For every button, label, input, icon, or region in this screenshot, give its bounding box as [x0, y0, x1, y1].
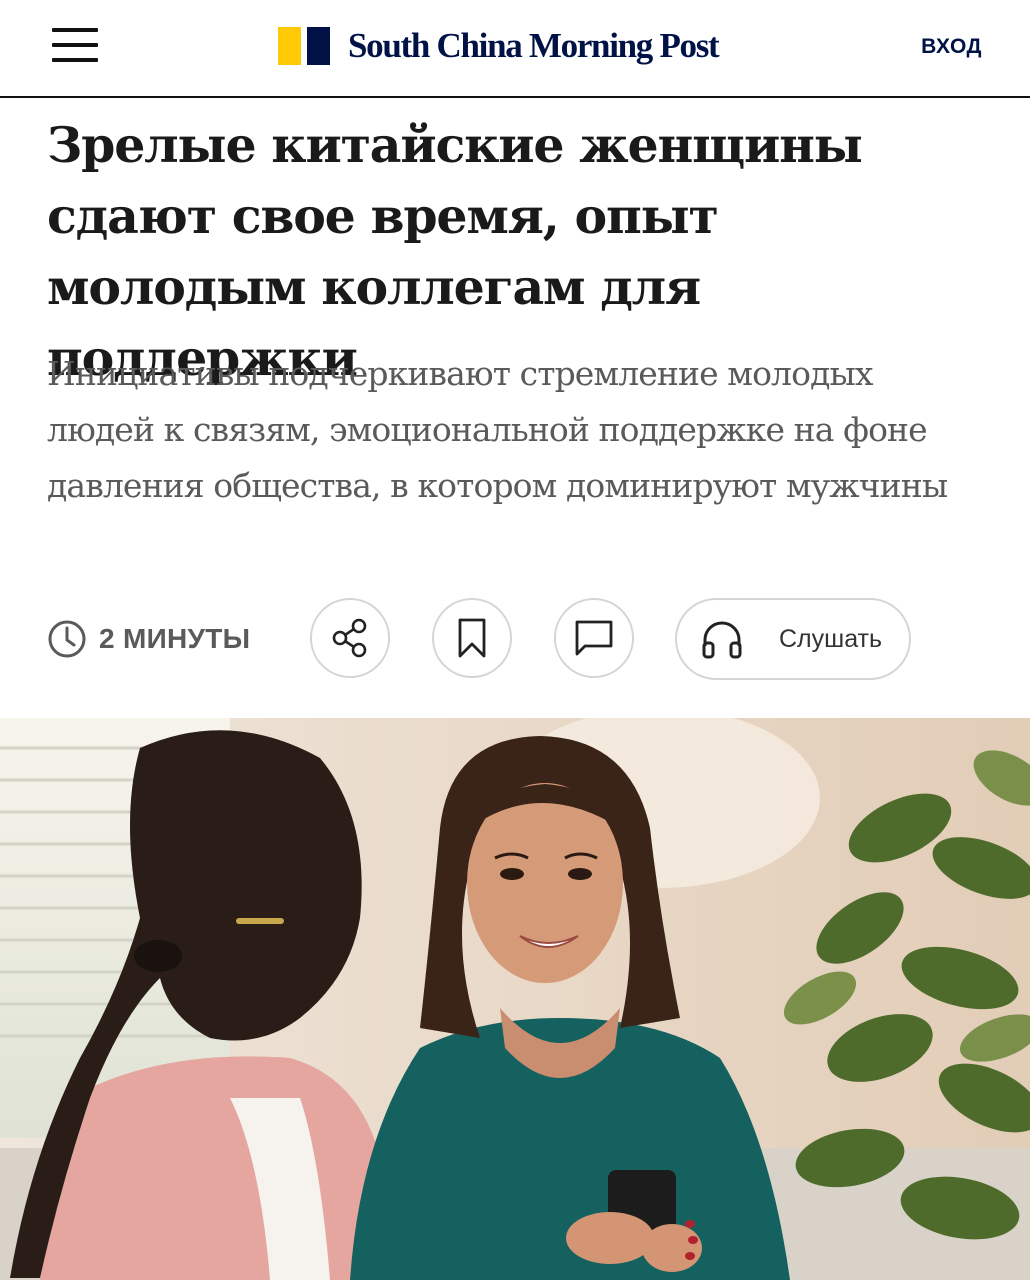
article-subheadline: Инициативы подчеркивают стремление молод…	[47, 354, 948, 505]
listen-label: Слушать	[779, 624, 883, 653]
listen-button[interactable]: Слушать	[675, 598, 911, 680]
read-time: 2 МИНУТЫ	[47, 619, 250, 659]
login-link[interactable]: ВХОД	[921, 35, 982, 59]
article-meta-bar: 2 МИНУТЫ Слушать	[47, 598, 987, 682]
share-icon	[332, 618, 367, 658]
site-logo[interactable]: South China Morning Post	[278, 26, 720, 66]
hero-photo-illustration	[0, 718, 1030, 1280]
brand-name: South China Morning Post	[348, 26, 720, 65]
bookmark-button[interactable]	[432, 598, 512, 678]
bookmark-icon	[458, 618, 486, 658]
read-time-label: 2 МИНУТЫ	[99, 623, 251, 654]
comment-icon	[575, 620, 613, 656]
logo-mark-icon	[278, 27, 330, 65]
site-header: South China Morning Post ВХОД	[0, 0, 1030, 98]
clock-icon	[48, 620, 86, 658]
article-hero-image	[0, 718, 1030, 1280]
menu-icon[interactable]	[52, 28, 98, 64]
headphones-icon	[702, 621, 742, 659]
comment-button[interactable]	[554, 598, 634, 678]
share-button[interactable]	[310, 598, 390, 678]
